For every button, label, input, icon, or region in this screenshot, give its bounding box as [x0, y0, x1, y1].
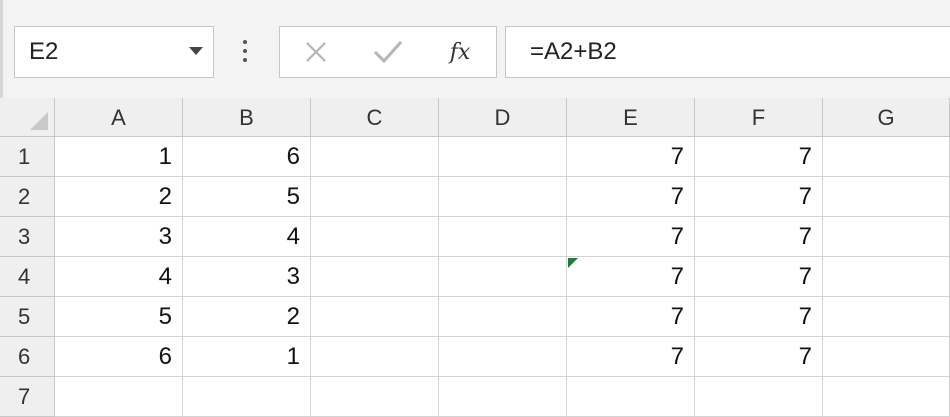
cell-e7[interactable]: [567, 377, 695, 417]
row-header-2[interactable]: 2: [0, 177, 55, 217]
formula-bar-area: E2 fx =A2+B2: [0, 0, 950, 98]
cell-e1[interactable]: 7: [567, 137, 695, 177]
select-all-button[interactable]: [0, 98, 55, 137]
cell-c4[interactable]: [311, 257, 439, 297]
insert-function-button[interactable]: fx: [430, 27, 490, 77]
x-icon: [306, 42, 326, 62]
cell-b6[interactable]: 1: [183, 337, 311, 377]
formula-buttons: fx: [279, 26, 497, 78]
cell-f1[interactable]: 7: [695, 137, 823, 177]
column-header-c[interactable]: C: [311, 98, 439, 137]
cell-a7[interactable]: [55, 377, 183, 417]
cell-a6[interactable]: 6: [55, 337, 183, 377]
cell-g1[interactable]: [823, 137, 950, 177]
cell-g7[interactable]: [823, 377, 950, 417]
cell-c6[interactable]: [311, 337, 439, 377]
cell-c7[interactable]: [311, 377, 439, 417]
chevron-down-icon[interactable]: [189, 47, 203, 55]
row-header-7[interactable]: 7: [0, 377, 55, 417]
cell-b5[interactable]: 2: [183, 297, 311, 337]
cell-f5[interactable]: 7: [695, 297, 823, 337]
cell-b3[interactable]: 4: [183, 217, 311, 257]
cell-c3[interactable]: [311, 217, 439, 257]
column-header-d[interactable]: D: [439, 98, 567, 137]
cell-e4[interactable]: 7: [567, 257, 695, 297]
cell-d4[interactable]: [439, 257, 567, 297]
error-indicator: [568, 258, 578, 268]
window-edge: [0, 0, 3, 98]
column-header-b[interactable]: B: [183, 98, 311, 137]
row-header-6[interactable]: 6: [0, 337, 55, 377]
cell-e3[interactable]: 7: [567, 217, 695, 257]
cell-c2[interactable]: [311, 177, 439, 217]
cell-a1[interactable]: 1: [55, 137, 183, 177]
row-header-1[interactable]: 1: [0, 137, 55, 177]
cell-e2[interactable]: 7: [567, 177, 695, 217]
cell-b2[interactable]: 5: [183, 177, 311, 217]
name-box[interactable]: E2: [14, 26, 214, 78]
cell-d3[interactable]: [439, 217, 567, 257]
cell-a5[interactable]: 5: [55, 297, 183, 337]
cell-d1[interactable]: [439, 137, 567, 177]
cell-b4[interactable]: 3: [183, 257, 311, 297]
cell-f3[interactable]: 7: [695, 217, 823, 257]
cell-g6[interactable]: [823, 337, 950, 377]
cell-f4[interactable]: 7: [695, 257, 823, 297]
row-header-5[interactable]: 5: [0, 297, 55, 337]
cell-c1[interactable]: [311, 137, 439, 177]
cell-a3[interactable]: 3: [55, 217, 183, 257]
cell-d5[interactable]: [439, 297, 567, 337]
row-header-4[interactable]: 4: [0, 257, 55, 297]
worksheet-grid: ABCDEFG1167722577334774437755277661777: [0, 98, 950, 417]
fx-icon: fx: [449, 39, 471, 65]
select-all-icon: [30, 112, 48, 130]
formula-input[interactable]: =A2+B2: [505, 26, 950, 78]
column-header-g[interactable]: G: [823, 98, 950, 137]
formula-input-value[interactable]: =A2+B2: [530, 27, 617, 77]
cell-e6[interactable]: 7: [567, 337, 695, 377]
cell-f6[interactable]: 7: [695, 337, 823, 377]
cell-f2[interactable]: 7: [695, 177, 823, 217]
cell-d2[interactable]: [439, 177, 567, 217]
column-header-a[interactable]: A: [55, 98, 183, 137]
cell-d6[interactable]: [439, 337, 567, 377]
column-header-f[interactable]: F: [695, 98, 823, 137]
cell-g3[interactable]: [823, 217, 950, 257]
cell-f7[interactable]: [695, 377, 823, 417]
cell-g5[interactable]: [823, 297, 950, 337]
more-options-icon[interactable]: [242, 40, 248, 66]
cancel-button[interactable]: [286, 27, 346, 77]
cell-a2[interactable]: 2: [55, 177, 183, 217]
name-box-value[interactable]: E2: [29, 27, 58, 77]
cell-c5[interactable]: [311, 297, 439, 337]
cell-b1[interactable]: 6: [183, 137, 311, 177]
cell-g2[interactable]: [823, 177, 950, 217]
cell-d7[interactable]: [439, 377, 567, 417]
cell-b7[interactable]: [183, 377, 311, 417]
cell-e5[interactable]: 7: [567, 297, 695, 337]
check-icon: [373, 40, 403, 64]
cell-a4[interactable]: 4: [55, 257, 183, 297]
cell-g4[interactable]: [823, 257, 950, 297]
column-header-e[interactable]: E: [567, 98, 695, 137]
enter-button[interactable]: [358, 27, 418, 77]
row-header-3[interactable]: 3: [0, 217, 55, 257]
